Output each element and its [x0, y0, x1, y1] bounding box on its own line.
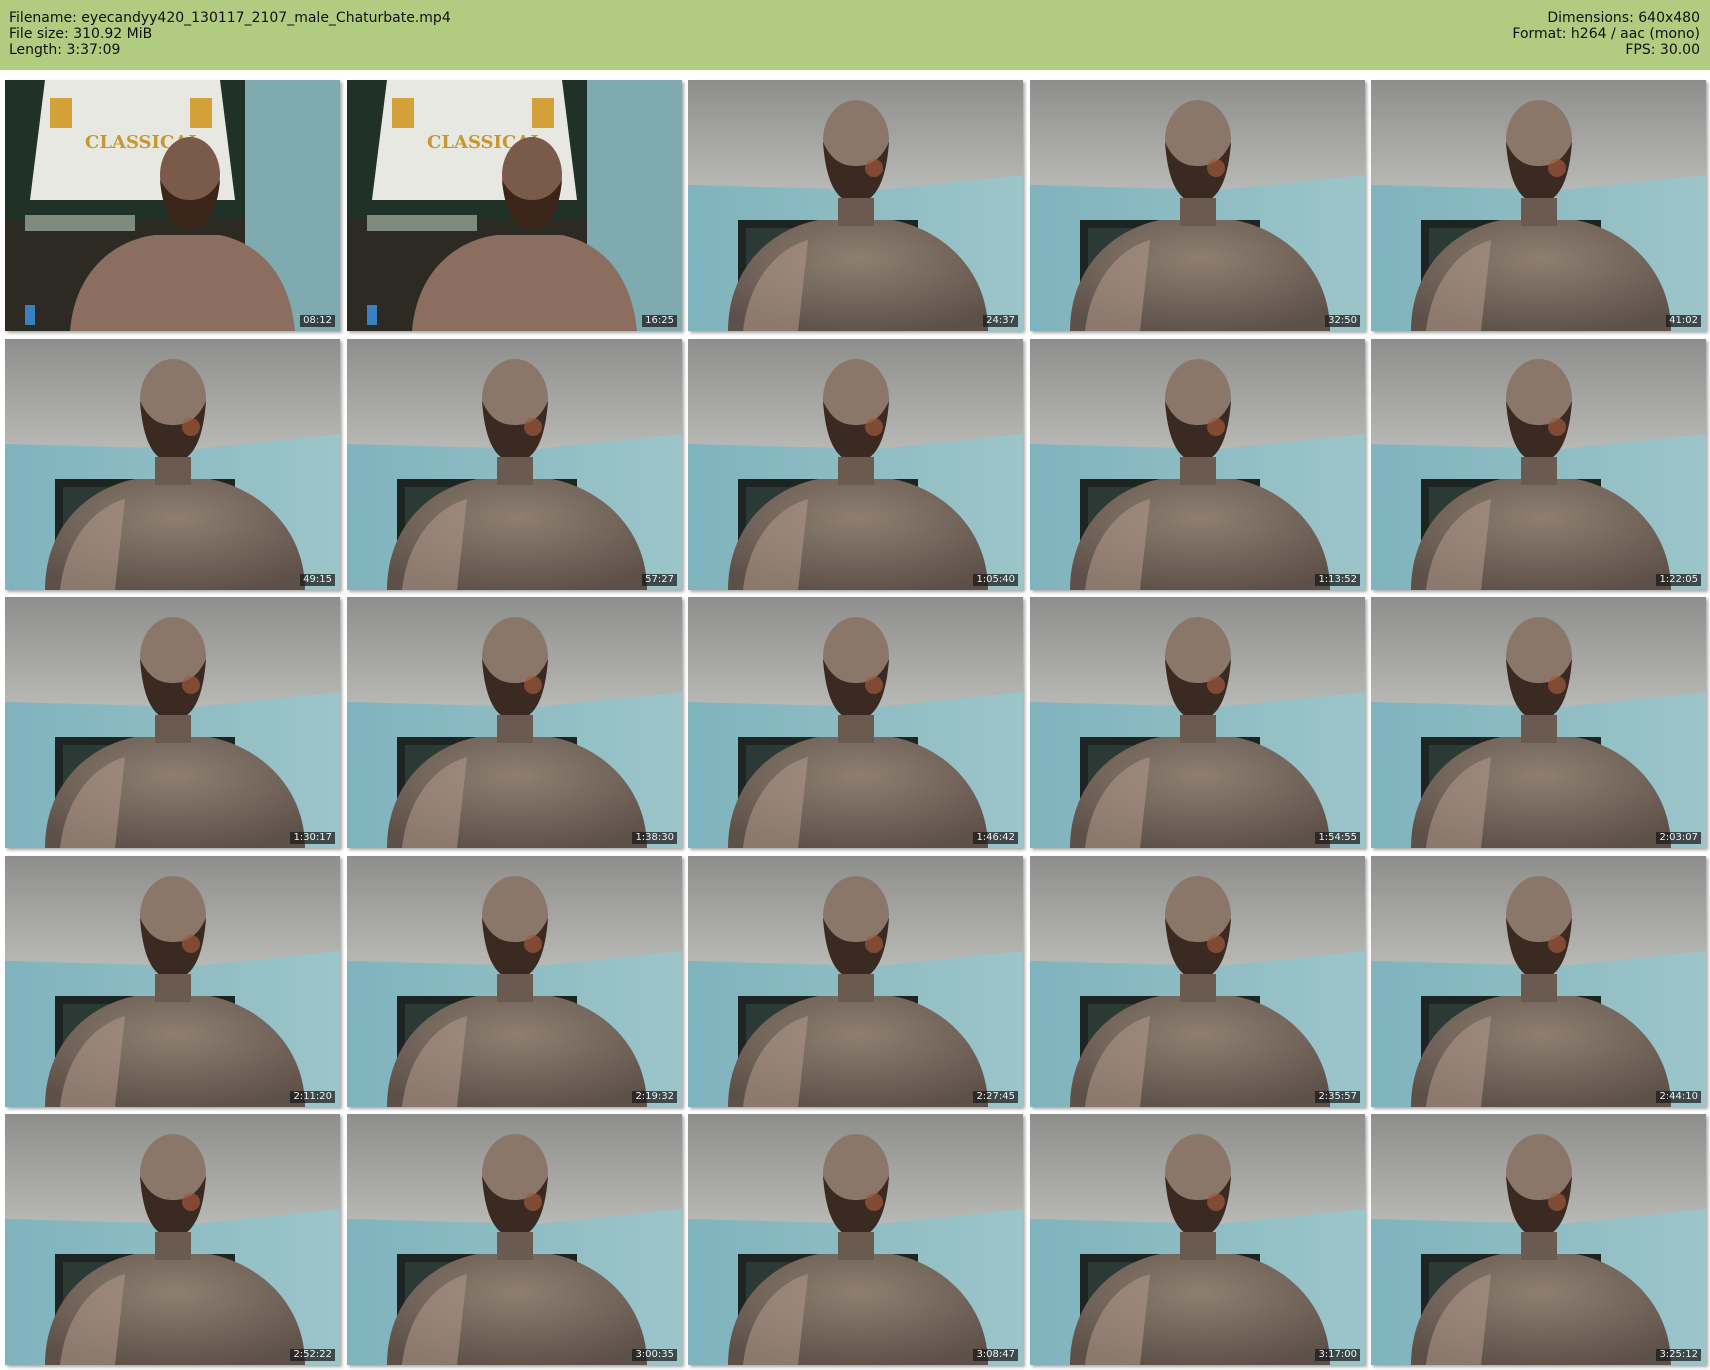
frame-timestamp: 2:19:32 [632, 1091, 677, 1103]
video-frame-thumbnail: 1:30:17 [5, 597, 340, 848]
frame-image [347, 339, 682, 590]
video-frame-thumbnail: 3:25:12 [1371, 1114, 1706, 1365]
frame-image [1030, 80, 1365, 331]
filesize-text: File size: 310.92 MiB [9, 26, 153, 42]
frame-image [1371, 856, 1706, 1107]
frame-image [688, 80, 1023, 331]
frame-image [1030, 339, 1365, 590]
frame-timestamp: 2:44:10 [1656, 1091, 1701, 1103]
frame-image [1030, 1114, 1365, 1365]
video-frame-thumbnail: 2:27:45 [688, 856, 1023, 1107]
frame-image [1030, 597, 1365, 848]
frame-timestamp: 1:05:40 [973, 574, 1018, 586]
frame-timestamp: 1:54:55 [1315, 832, 1360, 844]
frame-image: CLASSICAL [347, 80, 682, 331]
frame-image [688, 597, 1023, 848]
dimensions-text: Dimensions: 640x480 [1547, 10, 1700, 26]
frame-image [688, 1114, 1023, 1365]
frame-timestamp: 3:25:12 [1656, 1349, 1701, 1361]
frame-timestamp: 2:27:45 [973, 1091, 1018, 1103]
video-frame-thumbnail: 1:13:52 [1030, 339, 1365, 590]
video-frame-thumbnail: 2:03:07 [1371, 597, 1706, 848]
video-frame-thumbnail: 2:52:22 [5, 1114, 340, 1365]
video-frame-thumbnail: 57:27 [347, 339, 682, 590]
frame-timestamp: 2:03:07 [1656, 832, 1701, 844]
frame-timestamp: 1:13:52 [1315, 574, 1360, 586]
frame-timestamp: 3:17:00 [1315, 1349, 1360, 1361]
frame-timestamp: 2:35:57 [1315, 1091, 1360, 1103]
frame-image [347, 1114, 682, 1365]
frame-image [5, 339, 340, 590]
video-frame-thumbnail: 1:46:42 [688, 597, 1023, 848]
video-frame-thumbnail: 3:08:47 [688, 1114, 1023, 1365]
frame-image [347, 597, 682, 848]
frame-timestamp: 3:00:35 [632, 1349, 677, 1361]
frame-image [5, 1114, 340, 1365]
frame-image [1371, 339, 1706, 590]
frame-image [347, 856, 682, 1107]
frame-timestamp: 3:08:47 [973, 1349, 1018, 1361]
video-frame-thumbnail: 3:00:35 [347, 1114, 682, 1365]
frame-image [5, 597, 340, 848]
frame-image [1371, 597, 1706, 848]
frame-image [5, 856, 340, 1107]
video-frame-thumbnail: 2:44:10 [1371, 856, 1706, 1107]
frame-timestamp: 16:25 [642, 315, 677, 327]
frame-timestamp: 41:02 [1666, 315, 1701, 327]
video-frame-thumbnail: 41:02 [1371, 80, 1706, 331]
frame-timestamp: 49:15 [300, 574, 335, 586]
video-frame-thumbnail: CLASSICAL 08:12 [5, 80, 340, 331]
info-header: Filename: eyecandyy420_130117_2107_male_… [0, 0, 1710, 70]
video-frame-thumbnail: 2:19:32 [347, 856, 682, 1107]
video-frame-thumbnail: CLASSICAL 16:25 [347, 80, 682, 331]
frame-image: CLASSICAL [5, 80, 340, 331]
frame-timestamp: 2:11:20 [290, 1091, 335, 1103]
frame-image [1371, 1114, 1706, 1365]
frame-timestamp: 24:37 [983, 315, 1018, 327]
frame-image [688, 339, 1023, 590]
video-frame-thumbnail: 1:05:40 [688, 339, 1023, 590]
frame-timestamp: 2:52:22 [290, 1349, 335, 1361]
stream-info: Dimensions: 640x480 Format: h264 / aac (… [1512, 10, 1700, 58]
frame-timestamp: 1:46:42 [973, 832, 1018, 844]
file-info: Filename: eyecandyy420_130117_2107_male_… [9, 10, 451, 58]
length-text: Length: 3:37:09 [9, 42, 121, 58]
frame-timestamp: 1:30:17 [290, 832, 335, 844]
video-frame-thumbnail: 49:15 [5, 339, 340, 590]
frame-timestamp: 32:50 [1325, 315, 1360, 327]
frame-timestamp: 08:12 [300, 315, 335, 327]
frame-timestamp: 1:38:30 [632, 832, 677, 844]
video-frame-thumbnail: 3:17:00 [1030, 1114, 1365, 1365]
frame-timestamp: 57:27 [642, 574, 677, 586]
frame-image [1371, 80, 1706, 331]
filename-text: Filename: eyecandyy420_130117_2107_male_… [9, 10, 451, 26]
frame-image [1030, 856, 1365, 1107]
video-frame-thumbnail: 32:50 [1030, 80, 1365, 331]
frame-timestamp: 1:22:05 [1656, 574, 1701, 586]
video-frame-thumbnail: 2:35:57 [1030, 856, 1365, 1107]
video-frame-thumbnail: 24:37 [688, 80, 1023, 331]
fps-text: FPS: 30.00 [1625, 42, 1700, 58]
frame-image [688, 856, 1023, 1107]
video-frame-thumbnail: 2:11:20 [5, 856, 340, 1107]
video-frame-thumbnail: 1:38:30 [347, 597, 682, 848]
format-text: Format: h264 / aac (mono) [1512, 26, 1700, 42]
video-frame-thumbnail: 1:22:05 [1371, 339, 1706, 590]
video-frame-thumbnail: 1:54:55 [1030, 597, 1365, 848]
thumbnail-grid: CLASSICAL 08:12 CLASSICAL 16:25 24:37 32… [5, 80, 1706, 1366]
